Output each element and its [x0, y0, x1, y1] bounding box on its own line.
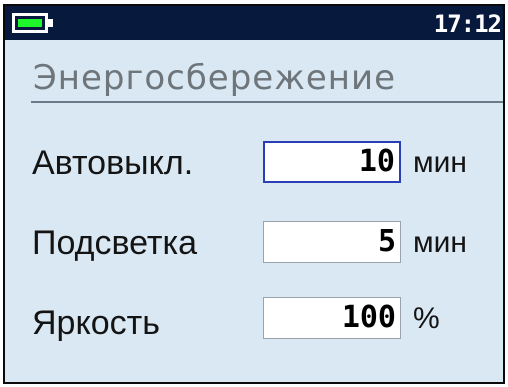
brightness-unit: %: [413, 302, 440, 335]
clock: 17:12: [433, 10, 502, 38]
auto-off-field[interactable]: 10: [263, 141, 401, 183]
auto-off-label: Автовыкл.: [32, 144, 194, 182]
backlight-label: Подсветка: [32, 224, 198, 262]
brightness-label: Яркость: [32, 304, 160, 342]
battery-tip: [48, 19, 53, 27]
backlight-unit: мин: [413, 226, 467, 259]
device-screen: 17:12 Энергосбережение Автовыкл. 10 мин …: [3, 4, 505, 384]
brightness-field[interactable]: 100: [263, 297, 401, 339]
battery-body: [12, 13, 48, 33]
status-bar: 17:12: [5, 6, 503, 40]
backlight-field[interactable]: 5: [263, 221, 401, 263]
auto-off-unit: мин: [413, 146, 467, 179]
battery-icon: [12, 13, 54, 33]
page-title: Энергосбережение: [33, 58, 397, 98]
battery-fill: [18, 19, 42, 27]
title-divider: [31, 101, 503, 103]
